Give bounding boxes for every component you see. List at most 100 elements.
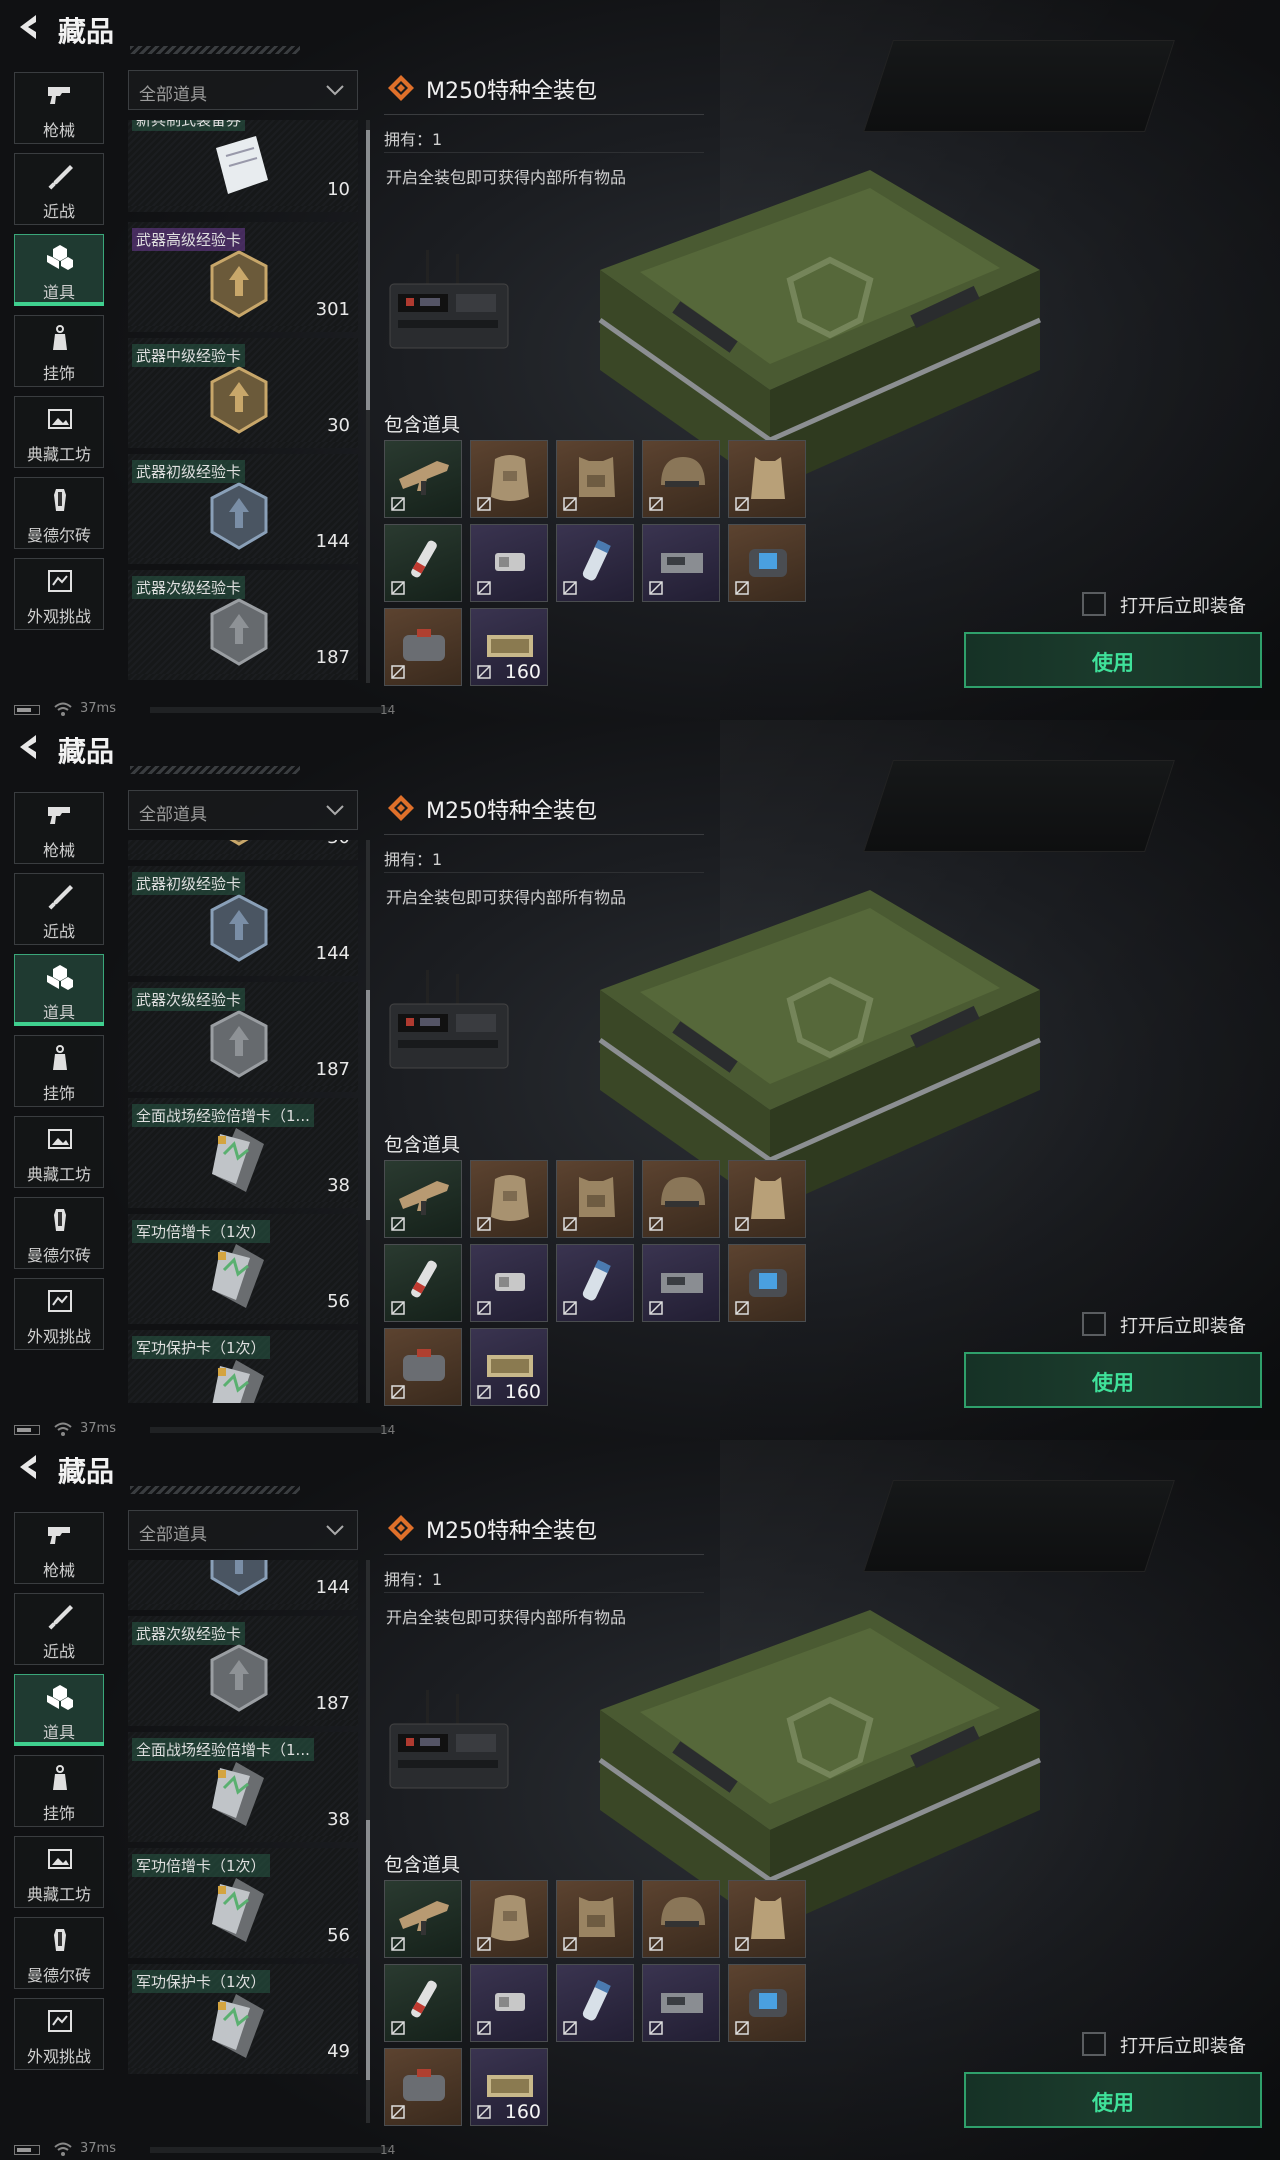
back-arrow-icon[interactable]	[14, 1452, 44, 1482]
included-item-slot[interactable]	[384, 1880, 462, 1958]
included-item-slot[interactable]	[728, 1964, 806, 2042]
included-item-slot[interactable]	[470, 1244, 548, 1322]
item-card[interactable]: 武器次级经验卡 187	[128, 1616, 358, 1726]
included-item-slot[interactable]	[470, 1964, 548, 2042]
included-item-slot[interactable]	[384, 1160, 462, 1238]
included-item-slot[interactable]	[556, 1160, 634, 1238]
included-item-slot[interactable]	[642, 1160, 720, 1238]
item-card[interactable]: 军功保护卡（1次）	[128, 1330, 358, 1403]
scrollbar-thumb[interactable]	[366, 990, 370, 1220]
included-item-slot[interactable]	[384, 440, 462, 518]
use-button[interactable]: 使用	[964, 2072, 1262, 2128]
nav-item-gun[interactable]: 枪械	[14, 1512, 104, 1584]
back-arrow-icon[interactable]	[14, 12, 44, 42]
included-item-slot[interactable]	[642, 524, 720, 602]
included-item-slot[interactable]	[728, 440, 806, 518]
filter-dropdown[interactable]: 全部道具	[128, 790, 358, 830]
item-card[interactable]: 军功保护卡（1次） 49	[128, 1964, 358, 2074]
included-item-slot[interactable]: 160	[470, 608, 548, 686]
item-list-scrollbar[interactable]	[366, 1560, 370, 2123]
nav-item-gun[interactable]: 枪械	[14, 792, 104, 864]
item-list-scrollbar[interactable]	[366, 840, 370, 1403]
included-item-slot[interactable]	[556, 1880, 634, 1958]
included-item-slot[interactable]	[642, 440, 720, 518]
item-card[interactable]: 全面战场经验倍增卡（1... 38	[128, 1098, 358, 1208]
filter-dropdown-value: 全部道具	[139, 1525, 207, 1545]
nav-item-brick[interactable]: 曼德尔砖	[14, 477, 104, 549]
item-card[interactable]: 武器高级经验卡 301	[128, 222, 358, 332]
cubes-icon	[47, 965, 73, 990]
item-card[interactable]: 军功倍增卡（1次） 56	[128, 1848, 358, 1958]
included-item-slot[interactable]	[384, 1328, 462, 1406]
filter-dropdown[interactable]: 全部道具	[128, 70, 358, 110]
included-item-slot[interactable]	[556, 440, 634, 518]
nav-item-challenge[interactable]: 外观挑战	[14, 1278, 104, 1350]
nav-item-cubes[interactable]: 道具	[14, 1674, 104, 1746]
item-card[interactable]: 144	[128, 1560, 358, 1610]
included-item-slot[interactable]	[556, 1964, 634, 2042]
included-item-slot[interactable]	[642, 1964, 720, 2042]
scrollbar-thumb[interactable]	[366, 1820, 370, 2080]
filter-dropdown[interactable]: 全部道具	[128, 1510, 358, 1550]
nav-item-picture[interactable]: 典藏工坊	[14, 396, 104, 468]
item-card[interactable]: 全面战场经验倍增卡（1... 38	[128, 1732, 358, 1842]
included-item-slot[interactable]	[728, 1880, 806, 1958]
equip-after-open-checkbox[interactable]	[1082, 2032, 1106, 2056]
item-card[interactable]: 30	[128, 840, 358, 860]
nav-item-brick[interactable]: 曼德尔砖	[14, 1917, 104, 1989]
helmet-icon	[661, 1897, 705, 1927]
included-item-slot[interactable]	[384, 608, 462, 686]
included-item-slot[interactable]	[470, 524, 548, 602]
included-item-slot[interactable]	[728, 524, 806, 602]
included-item-slot[interactable]	[470, 440, 548, 518]
included-item-slot[interactable]	[384, 1244, 462, 1322]
nav-item-picture[interactable]: 典藏工坊	[14, 1116, 104, 1188]
item-card[interactable]: 武器次级经验卡 187	[128, 982, 358, 1092]
equip-after-open-label: 打开后立即装备	[1120, 596, 1246, 617]
included-item-slot[interactable]	[384, 524, 462, 602]
item-list-scrollbar[interactable]	[366, 120, 370, 683]
included-item-slot[interactable]	[728, 1244, 806, 1322]
item-card[interactable]: 军功倍增卡（1次） 56	[128, 1214, 358, 1324]
radio-device-icon	[389, 970, 509, 1069]
included-item-slot[interactable]	[556, 1244, 634, 1322]
nav-item-cubes[interactable]: 道具	[14, 954, 104, 1026]
nav-item-challenge[interactable]: 外观挑战	[14, 558, 104, 630]
equip-after-open-checkbox[interactable]	[1082, 1312, 1106, 1336]
included-item-slot[interactable]	[384, 2048, 462, 2126]
nav-item-label: 道具	[42, 1003, 75, 1022]
item-card[interactable]: 武器初级经验卡 144	[128, 866, 358, 976]
nav-item-charm[interactable]: 挂饰	[14, 1755, 104, 1827]
item-card[interactable]: 武器初级经验卡 144	[128, 454, 358, 564]
nav-item-picture[interactable]: 典藏工坊	[14, 1836, 104, 1908]
included-item-slot[interactable]	[728, 1160, 806, 1238]
nav-item-charm[interactable]: 挂饰	[14, 1035, 104, 1107]
included-item-slot[interactable]	[642, 1244, 720, 1322]
header: 藏品	[0, 0, 320, 60]
item-card[interactable]: 武器中级经验卡 30	[128, 338, 358, 448]
item-card[interactable]: 新兵制式装备券 10	[128, 120, 358, 212]
included-item-slot[interactable]	[470, 1160, 548, 1238]
included-item-slot[interactable]	[556, 524, 634, 602]
included-item-slot[interactable]: 160	[470, 2048, 548, 2126]
nav-item-cubes[interactable]: 道具	[14, 234, 104, 306]
included-item-slot[interactable]	[470, 1880, 548, 1958]
nav-item-brick[interactable]: 曼德尔砖	[14, 1197, 104, 1269]
nav-item-knife[interactable]: 近战	[14, 1593, 104, 1665]
scrollbar-thumb[interactable]	[366, 130, 370, 410]
syringe-icon	[411, 1980, 437, 2018]
equip-after-open-checkbox[interactable]	[1082, 592, 1106, 616]
nav-item-gun[interactable]: 枪械	[14, 72, 104, 144]
nav-item-challenge[interactable]: 外观挑战	[14, 1998, 104, 2070]
use-button[interactable]: 使用	[964, 1352, 1262, 1408]
nav-item-knife[interactable]: 近战	[14, 873, 104, 945]
nav-item-knife[interactable]: 近战	[14, 153, 104, 225]
use-button[interactable]: 使用	[964, 632, 1262, 688]
included-item-slot[interactable]	[642, 1880, 720, 1958]
back-arrow-icon[interactable]	[14, 732, 44, 762]
included-item-slot[interactable]: 160	[470, 1328, 548, 1406]
bound-icon	[649, 1217, 663, 1231]
nav-item-charm[interactable]: 挂饰	[14, 315, 104, 387]
item-card[interactable]: 武器次级经验卡 187	[128, 570, 358, 680]
included-item-slot[interactable]	[384, 1964, 462, 2042]
